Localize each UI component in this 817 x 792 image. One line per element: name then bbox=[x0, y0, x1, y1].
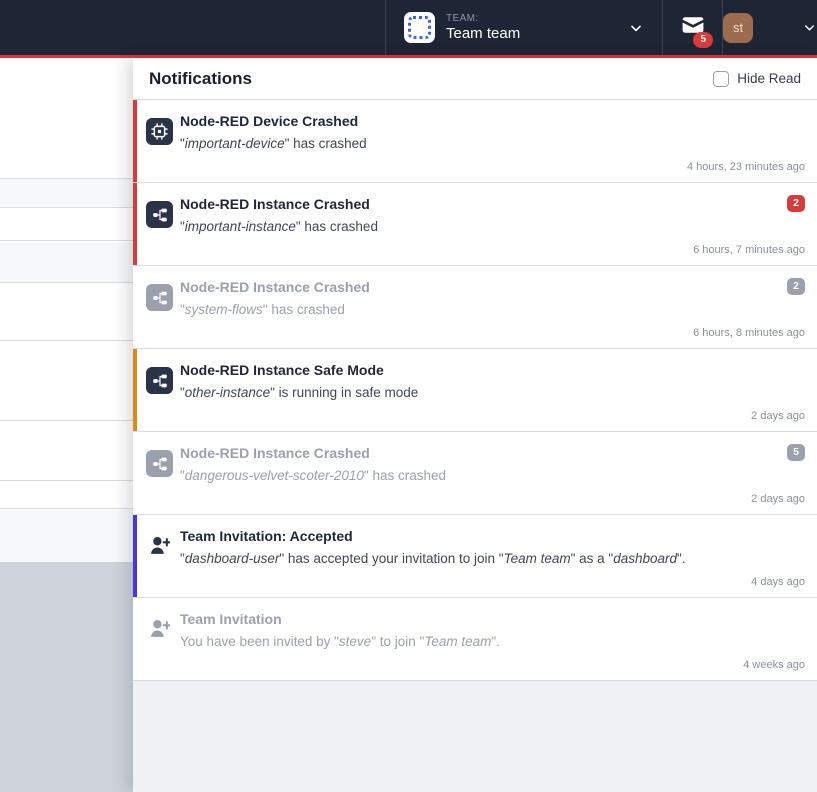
notification-title: Team Invitation bbox=[180, 611, 805, 627]
notification-item[interactable]: Node-RED Instance Crashed "dangerous-velv… bbox=[133, 432, 817, 515]
notification-timestamp: 4 days ago bbox=[751, 576, 805, 588]
device-icon bbox=[146, 118, 173, 145]
top-navbar: TEAM: Team team 5 st bbox=[0, 0, 817, 58]
notification-message: You have been invited by "steve" to join… bbox=[180, 634, 805, 649]
hide-read-checkbox[interactable] bbox=[713, 71, 729, 87]
page-background bbox=[0, 58, 133, 792]
avatar: st bbox=[723, 13, 753, 43]
team-selector[interactable]: TEAM: Team team bbox=[385, 0, 662, 55]
notification-title: Node-RED Device Crashed bbox=[180, 113, 805, 129]
instance-icon bbox=[146, 284, 173, 311]
unread-accent-bar bbox=[133, 349, 137, 431]
notifications-header: Notifications Hide Read bbox=[133, 58, 817, 100]
notification-title: Node-RED Instance Crashed bbox=[180, 445, 805, 461]
notification-timestamp: 2 days ago bbox=[751, 410, 805, 422]
notification-message: "dangerous-velvet-scoter-2010" has crash… bbox=[180, 468, 805, 483]
unread-accent-bar bbox=[133, 515, 137, 597]
hide-read-label: Hide Read bbox=[737, 71, 801, 86]
notification-message: "important-device" has crashed bbox=[180, 136, 805, 151]
unread-accent-bar bbox=[133, 100, 137, 182]
notification-item[interactable]: Node-RED Instance Crashed "system-flows" … bbox=[133, 266, 817, 349]
instance-icon bbox=[146, 367, 173, 394]
notification-list: Node-RED Device Crashed "important-device… bbox=[133, 100, 817, 681]
notification-item[interactable]: Team Invitation: Accepted "dashboard-user… bbox=[133, 515, 817, 598]
team-name: Team team bbox=[446, 25, 520, 42]
notification-timestamp: 2 days ago bbox=[751, 493, 805, 505]
notifications-panel: Notifications Hide Read Node-RED Device … bbox=[133, 58, 817, 792]
notification-timestamp: 6 hours, 8 minutes ago bbox=[693, 327, 805, 339]
notification-timestamp: 4 hours, 23 minutes ago bbox=[687, 161, 805, 173]
chevron-down-icon bbox=[628, 20, 644, 36]
notification-message: "important-instance" has crashed bbox=[180, 219, 805, 234]
app-window: TEAM: Team team 5 st bbox=[0, 0, 817, 792]
user-add-icon bbox=[146, 533, 173, 560]
unread-count-badge: 5 bbox=[693, 32, 713, 48]
panel-title: Notifications bbox=[149, 69, 252, 89]
notification-count-badge: 5 bbox=[787, 444, 805, 461]
chevron-down-icon bbox=[802, 20, 817, 35]
hide-read-toggle[interactable]: Hide Read bbox=[713, 71, 801, 87]
notification-title: Node-RED Instance Crashed bbox=[180, 196, 805, 212]
notification-item[interactable]: Node-RED Instance Safe Mode "other-instan… bbox=[133, 349, 817, 432]
team-icon bbox=[404, 12, 435, 43]
notification-item[interactable]: Node-RED Device Crashed "important-device… bbox=[133, 100, 817, 183]
notification-title: Team Invitation: Accepted bbox=[180, 528, 805, 544]
notification-count-badge: 2 bbox=[787, 195, 805, 212]
page-footer-block bbox=[0, 562, 133, 792]
notification-count-badge: 2 bbox=[787, 278, 805, 295]
unread-accent-bar bbox=[133, 183, 137, 265]
notification-item[interactable]: Team Invitation You have been invited by … bbox=[133, 598, 817, 681]
user-menu[interactable]: st bbox=[722, 0, 817, 55]
notification-title: Node-RED Instance Safe Mode bbox=[180, 362, 805, 378]
panel-empty-area bbox=[133, 681, 817, 792]
team-label: TEAM: bbox=[446, 13, 520, 24]
notifications-mail-button[interactable]: 5 bbox=[662, 0, 722, 55]
notification-message: "other-instance" is running in safe mode bbox=[180, 385, 805, 400]
notification-item[interactable]: Node-RED Instance Crashed "important-inst… bbox=[133, 183, 817, 266]
notification-title: Node-RED Instance Crashed bbox=[180, 279, 805, 295]
user-add-icon bbox=[146, 616, 173, 643]
instance-icon bbox=[146, 201, 173, 228]
instance-icon bbox=[146, 450, 173, 477]
notification-timestamp: 6 hours, 7 minutes ago bbox=[693, 244, 805, 256]
notification-message: "dashboard-user" has accepted your invit… bbox=[180, 551, 805, 566]
notification-message: "system-flows" has crashed bbox=[180, 302, 805, 317]
navbar-spacer bbox=[0, 0, 385, 55]
notification-timestamp: 4 weeks ago bbox=[743, 659, 805, 671]
